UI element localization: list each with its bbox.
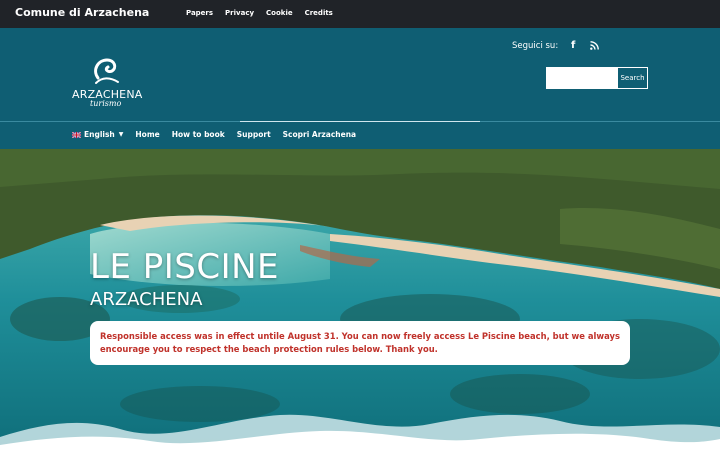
facebook-icon[interactable]: f xyxy=(568,40,578,51)
top-bar: Comune di Arzachena Papers Privacy Cooki… xyxy=(0,0,720,28)
nav-divider-highlight xyxy=(240,121,480,122)
uk-flag-icon xyxy=(72,131,81,138)
nav-item-how-to-book[interactable]: How to book xyxy=(172,130,225,139)
follow-label: Seguici su: xyxy=(512,40,559,51)
rss-icon[interactable] xyxy=(590,41,600,50)
search-input[interactable] xyxy=(547,68,617,88)
nav-divider xyxy=(480,121,720,122)
notice-text: Responsible access was in effect untile … xyxy=(100,331,620,354)
nav-divider xyxy=(0,121,240,122)
social-follow: Seguici su: f xyxy=(512,40,612,51)
search-form: Search xyxy=(546,67,648,89)
chevron-down-icon: ▼ xyxy=(118,131,124,138)
papers-link[interactable]: Papers xyxy=(186,9,213,17)
language-label: English xyxy=(84,130,115,139)
hero-banner: LE PISCINE ARZACHENA Responsible access … xyxy=(0,149,720,450)
nav-item-scopri-arzachena[interactable]: Scopri Arzachena xyxy=(283,130,356,139)
cookie-link[interactable]: Cookie xyxy=(266,9,293,17)
site-logo[interactable]: ARZACHENA turismo xyxy=(72,56,142,116)
top-links: Papers Privacy Cookie Credits xyxy=(186,9,345,17)
nav-item-support[interactable]: Support xyxy=(237,130,271,139)
language-switcher[interactable]: English ▼ xyxy=(72,130,123,139)
nav-item-home[interactable]: Home xyxy=(135,130,159,139)
logo-script: turismo xyxy=(90,99,122,108)
search-button[interactable]: Search xyxy=(617,68,647,88)
page-title: LE PISCINE xyxy=(90,247,280,287)
nav-items: English ▼ Home How to book Support Scopr… xyxy=(72,130,368,139)
main-nav: English ▼ Home How to book Support Scopr… xyxy=(0,121,720,149)
municipality-link[interactable]: Comune di Arzachena xyxy=(15,6,149,19)
site-header: Seguici su: f Search ARZACHENA turismo xyxy=(0,28,720,121)
credits-link[interactable]: Credits xyxy=(305,9,333,17)
page-subtitle: ARZACHENA xyxy=(90,289,203,310)
wave-logo-icon xyxy=(94,58,119,84)
notice-banner: Responsible access was in effect untile … xyxy=(90,321,630,365)
privacy-link[interactable]: Privacy xyxy=(225,9,254,17)
